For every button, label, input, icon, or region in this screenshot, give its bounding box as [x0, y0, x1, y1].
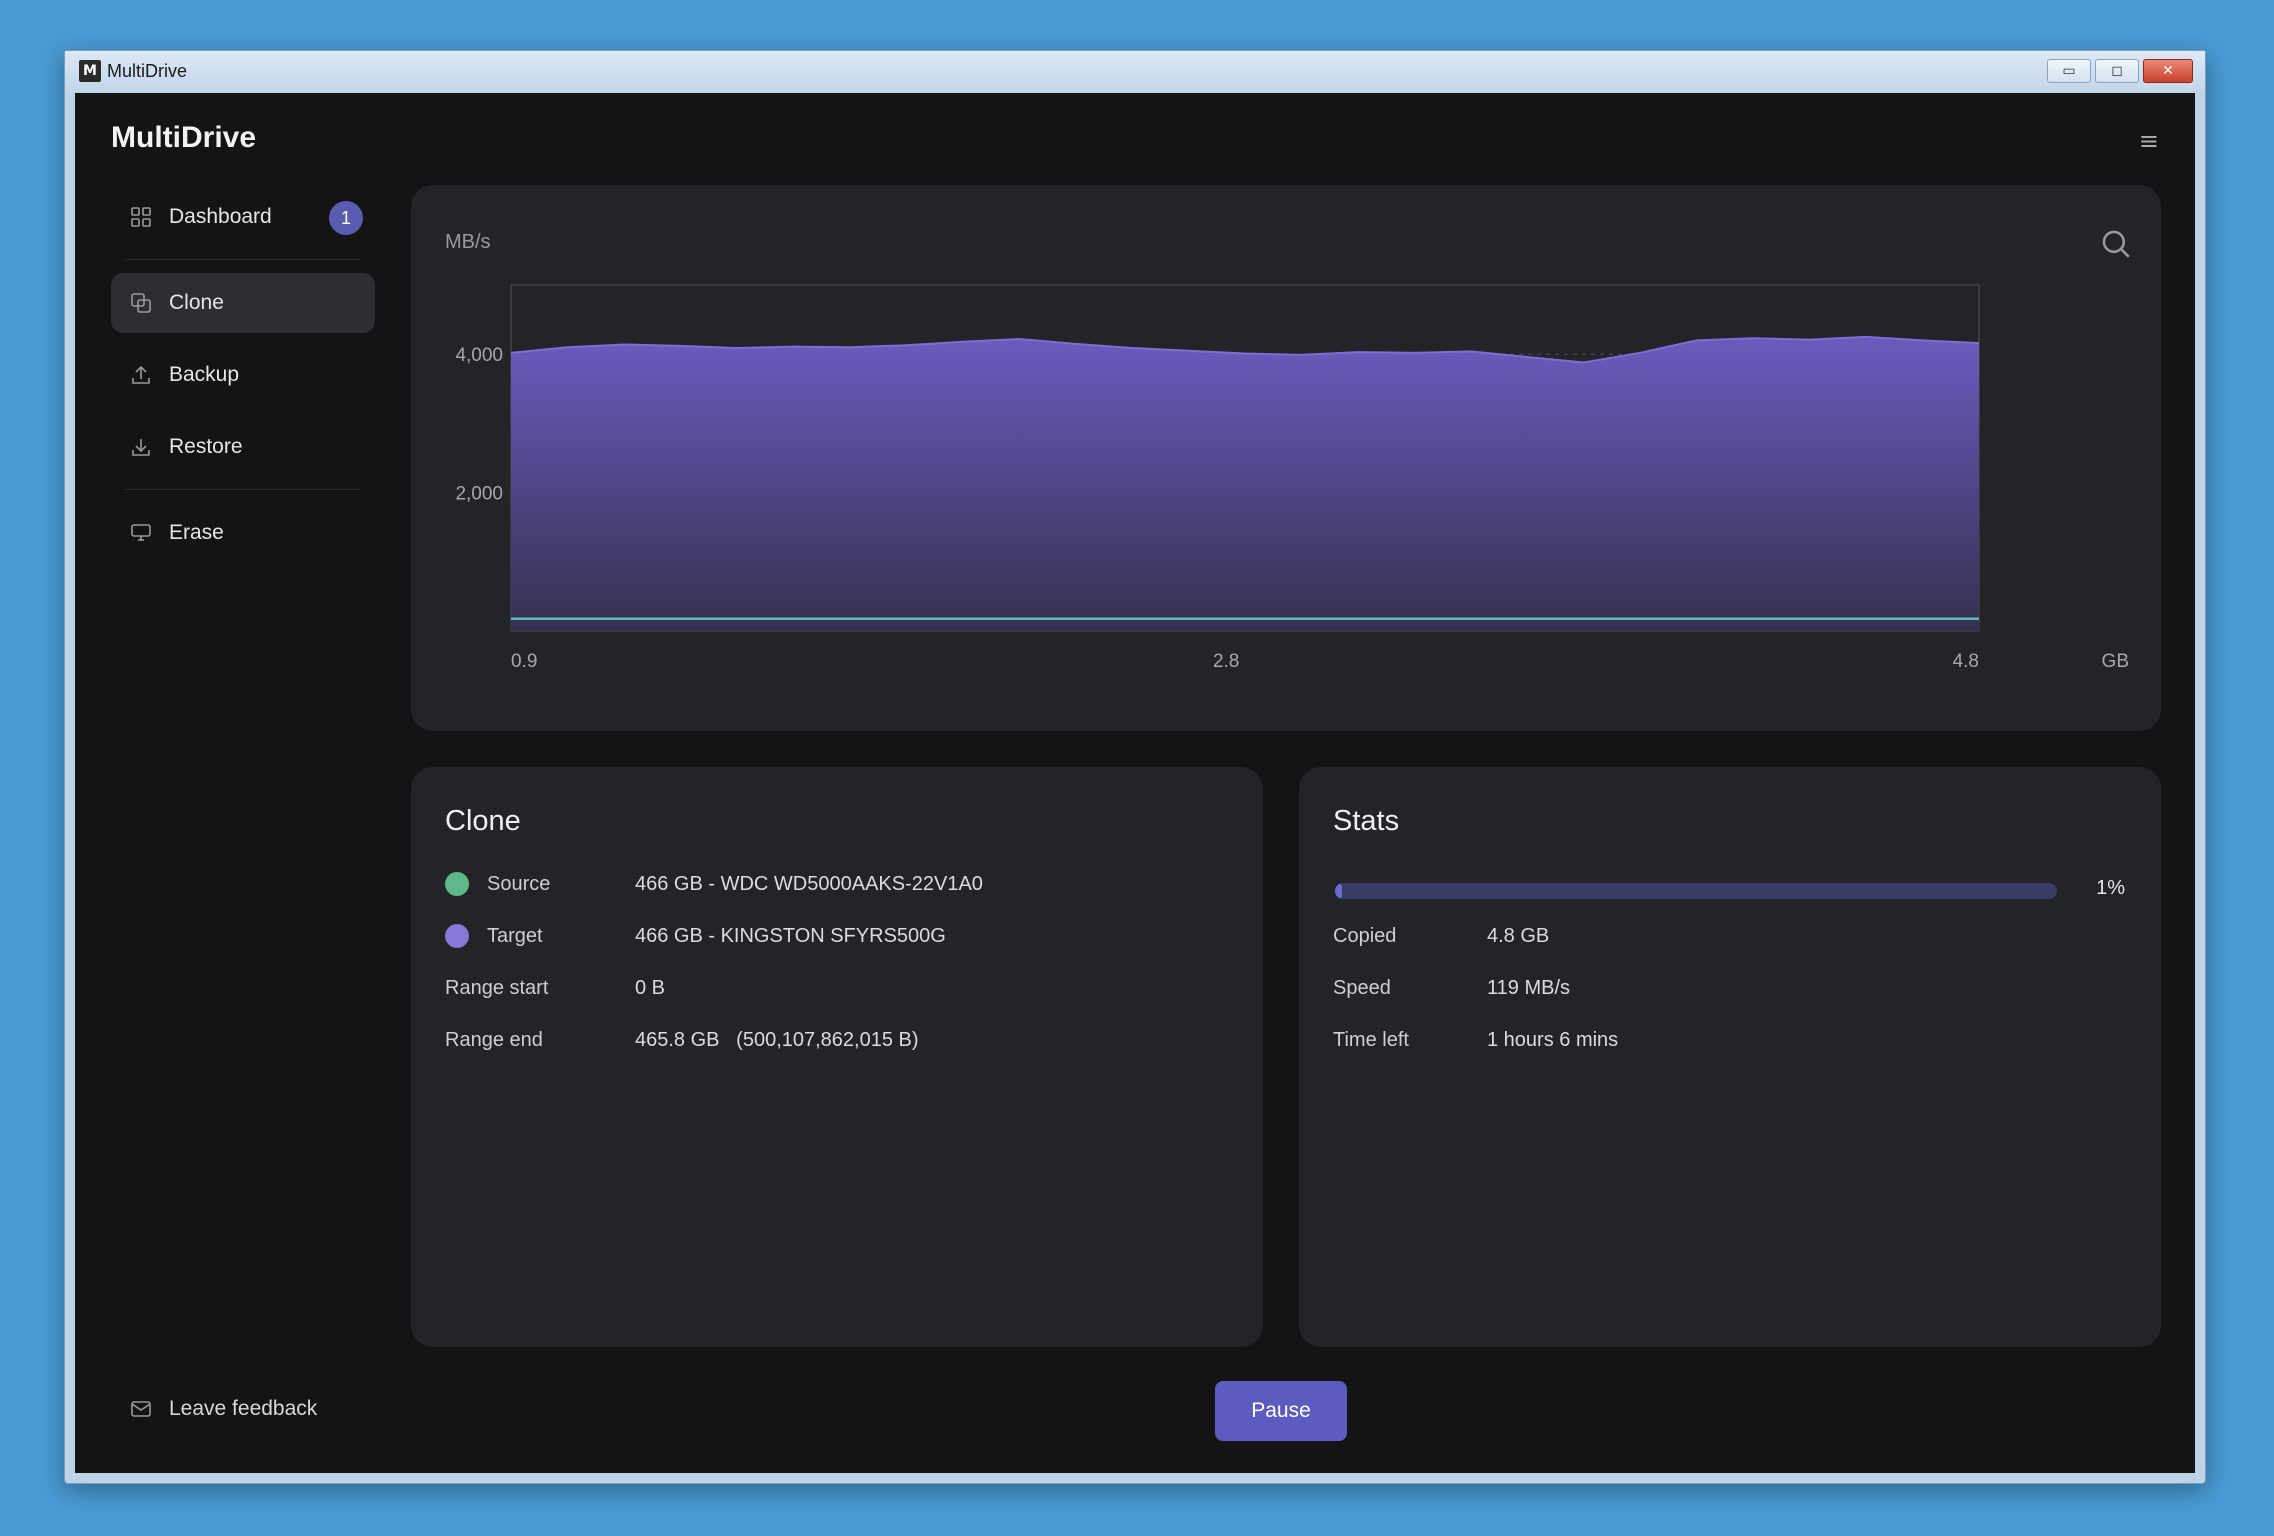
sidebar-divider — [125, 259, 361, 260]
range-start-label: Range start — [445, 976, 549, 999]
pause-button[interactable]: Pause — [1215, 1381, 1347, 1441]
sidebar-item-restore[interactable]: Restore — [111, 417, 375, 477]
time-left-value: 1 hours 6 mins — [1487, 1028, 1619, 1051]
copied-value: 4.8 GB — [1487, 924, 1550, 947]
sidebar-item-erase[interactable]: Erase — [111, 503, 375, 563]
sidebar-item-label: Clone — [169, 291, 224, 314]
speed-row: Speed 119 MB/s — [1333, 973, 1570, 1003]
stats-card-title: Stats — [1333, 805, 1400, 837]
range-start-value: 0 B — [635, 976, 666, 999]
sidebar-item-label: Erase — [169, 521, 224, 544]
minimize-button[interactable]: ▭ — [2047, 59, 2091, 83]
mail-icon — [129, 1397, 153, 1421]
sidebar-item-clone[interactable]: Clone — [111, 273, 375, 333]
close-button[interactable]: ✕ — [2143, 59, 2193, 83]
clone-card-title: Clone — [445, 805, 521, 837]
sidebar-item-backup[interactable]: Backup — [111, 345, 375, 405]
sidebar-divider — [125, 489, 361, 490]
monitor-icon — [129, 521, 153, 545]
speed-area-series — [511, 336, 1979, 631]
x-axis-unit: GB — [2102, 651, 2129, 672]
source-row: Source 466 GB - WDC WD5000AAKS-22V1A0 — [445, 869, 983, 899]
target-value: 466 GB - KINGSTON SFYRS500G — [635, 924, 946, 947]
window-controls: ▭ ◻ ✕ — [2047, 59, 2193, 83]
app-window: M MultiDrive ▭ ◻ ✕ MultiDrive ≡ Dashboar… — [64, 50, 2206, 1484]
speed-value: 119 MB/s — [1487, 976, 1570, 999]
copied-row: Copied 4.8 GB — [1333, 921, 1549, 951]
app-client: MultiDrive ≡ Dashboard 1 Clone Backup Re… — [75, 93, 2195, 1473]
throughput-chart: 4,000 2,000 0.9 2.8 4.8 GB — [455, 284, 2129, 672]
leave-feedback-label: Leave feedback — [169, 1397, 318, 1420]
app-brand: MultiDrive — [111, 121, 257, 154]
upload-icon — [129, 363, 153, 387]
throughput-chart-card: MB/s 4,000 2,000 0.9 2.8 4.8 GB — [411, 185, 2161, 731]
target-label: Target — [487, 924, 543, 947]
source-label: Source — [487, 872, 551, 895]
x-tick-label: 2.8 — [1213, 651, 1239, 672]
grid-icon — [129, 205, 153, 229]
sidebar-item-label: Backup — [169, 363, 240, 386]
progress-percent: 1% — [2096, 877, 2125, 899]
source-color-dot — [445, 872, 469, 896]
x-tick-label: 4.8 — [1953, 651, 1979, 672]
window-title: MultiDrive — [107, 60, 188, 81]
hamburger-menu-icon[interactable]: ≡ — [2139, 127, 2159, 155]
range-end-row: Range end 465.8 GB (500,107,862,015 B) — [445, 1025, 919, 1055]
y-tick-label: 2,000 — [455, 484, 503, 505]
copied-label: Copied — [1333, 924, 1397, 947]
progress-bar-fill — [1335, 883, 1343, 899]
y-tick-label: 4,000 — [455, 345, 503, 366]
maximize-button[interactable]: ◻ — [2095, 59, 2139, 83]
download-icon — [129, 435, 153, 459]
source-value: 466 GB - WDC WD5000AAKS-22V1A0 — [635, 872, 983, 895]
x-tick-label: 0.9 — [511, 651, 537, 672]
range-end-value: 465.8 GB (500,107,862,015 B) — [635, 1028, 919, 1051]
app-logo-icon: M — [79, 60, 101, 82]
sidebar-item-label: Restore — [169, 435, 243, 458]
sidebar-item-dashboard[interactable]: Dashboard 1 — [111, 187, 375, 247]
dashboard-badge: 1 — [329, 201, 363, 235]
range-start-row: Range start 0 B — [445, 973, 665, 1003]
copy-icon — [129, 291, 153, 315]
range-end-label: Range end — [445, 1028, 543, 1051]
clone-details-card: Clone Source 466 GB - WDC WD5000AAKS-22V… — [411, 767, 1263, 1347]
target-color-dot — [445, 924, 469, 948]
progress-bar — [1335, 883, 2057, 899]
title-bar[interactable]: M MultiDrive ▭ ◻ ✕ — [65, 51, 2205, 91]
sidebar-item-label: Dashboard — [169, 205, 272, 228]
time-left-label: Time left — [1333, 1028, 1409, 1051]
speed-label: Speed — [1333, 976, 1391, 999]
target-row: Target 466 GB - KINGSTON SFYRS500G — [445, 921, 946, 951]
stats-card: Stats 1% Copied 4.8 GB Speed 119 MB/s Ti… — [1299, 767, 2161, 1347]
leave-feedback-link[interactable]: Leave feedback — [129, 1397, 317, 1421]
time-left-row: Time left 1 hours 6 mins — [1333, 1025, 1618, 1055]
